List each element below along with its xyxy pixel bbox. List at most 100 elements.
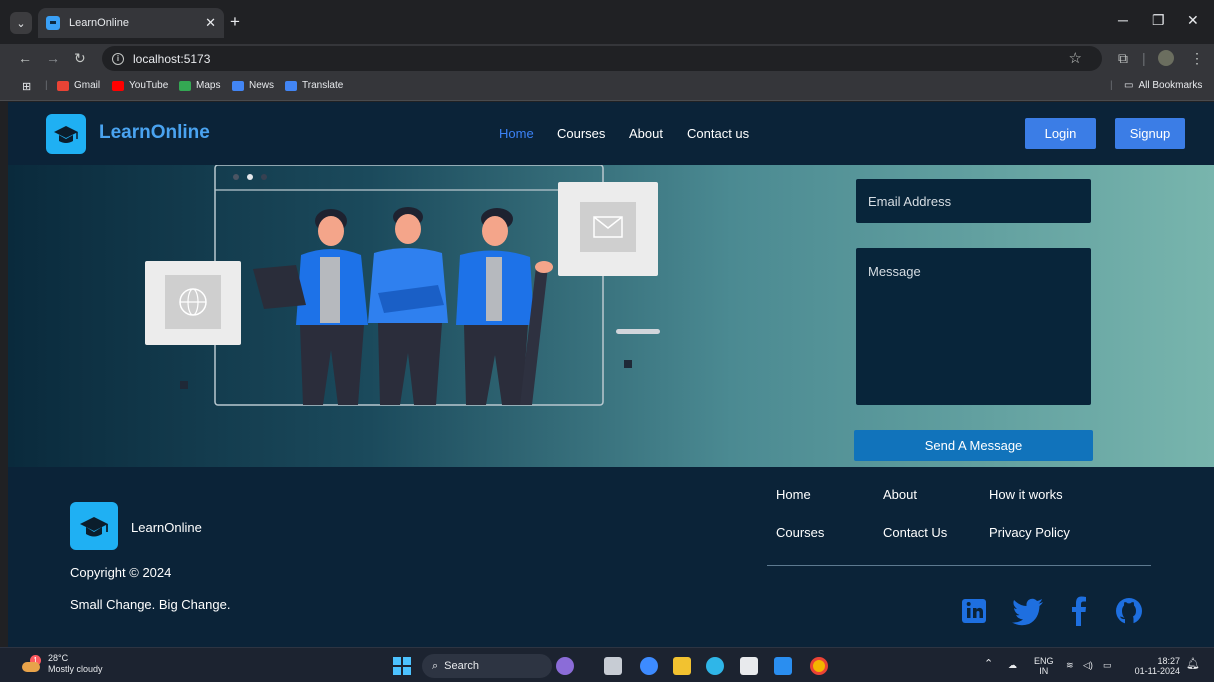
all-bookmarks-label: All Bookmarks — [1138, 80, 1203, 91]
message-textarea[interactable]: Message — [856, 248, 1091, 405]
apps-grid-icon[interactable]: ⊞ — [22, 80, 31, 93]
linkedin-icon[interactable] — [960, 595, 990, 627]
brand-name[interactable]: LearnOnline — [99, 122, 210, 144]
close-window-icon[interactable]: ✕ — [1187, 12, 1199, 29]
site-footer: LearnOnline Copyright © 2024 Small Chang… — [8, 467, 1214, 647]
translate-icon — [285, 80, 297, 91]
volume-icon[interactable]: ◁) — [1083, 660, 1093, 670]
back-icon[interactable]: ← — [18, 50, 32, 66]
team-illustration — [145, 165, 660, 406]
browser-toolbar: ← → ↻ i localhost:5173 ☆ ⧉ | ⋮ — [0, 44, 1214, 73]
edge-icon[interactable] — [706, 657, 724, 675]
all-bookmarks[interactable]: ▭ All Bookmarks — [1124, 80, 1202, 91]
hero-section: Email Address Message Send A Message — [8, 165, 1214, 467]
cloudy-sun-icon: 1 — [22, 655, 44, 673]
notification-bell-icon[interactable]: 🔔︎ — [1186, 659, 1200, 670]
cloud-shape — [22, 662, 40, 672]
taskbar-search[interactable]: ⌕ Search — [422, 654, 552, 678]
bookmarks-bar: ⊞ | Gmail YouTube Maps News Translate | … — [0, 73, 1214, 101]
bookmarks-divider: | — [1110, 80, 1113, 91]
onedrive-icon[interactable]: ☁ — [1008, 660, 1017, 670]
bookmark-maps[interactable]: Maps — [179, 80, 220, 91]
footer-logo[interactable] — [70, 502, 118, 550]
site-favicon-icon — [46, 16, 60, 30]
browser-titlebar: ⌄ LearnOnline ✕ + ─ ❐ ✕ — [0, 0, 1214, 44]
tray-overflow-icon[interactable]: ⌃ — [984, 659, 993, 670]
web-page: LearnOnline Home Courses About Contact u… — [8, 102, 1214, 647]
new-tab-button[interactable]: + — [230, 13, 240, 30]
bookmark-star-icon[interactable]: ☆ — [1069, 49, 1082, 67]
tab-close-icon[interactable]: ✕ — [205, 15, 216, 31]
restore-icon[interactable]: ❐ — [1152, 12, 1165, 29]
nav-link-home[interactable]: Home — [499, 126, 534, 141]
clock-time: 18:27 — [1157, 656, 1180, 666]
github-icon[interactable] — [1114, 595, 1144, 627]
bookmark-label: Maps — [196, 80, 221, 91]
nav-link-about[interactable]: About — [629, 126, 663, 141]
nav-link-contact[interactable]: Contact us — [687, 126, 749, 141]
site-info-icon[interactable]: i — [112, 52, 124, 65]
nav-link-courses[interactable]: Courses — [557, 126, 605, 141]
gmail-icon — [57, 80, 69, 91]
login-button[interactable]: Login — [1025, 118, 1096, 149]
bookmark-label: Gmail — [74, 80, 101, 91]
bookmark-gmail[interactable]: Gmail — [57, 80, 100, 91]
footer-brand-name[interactable]: LearnOnline — [131, 520, 202, 535]
wifi-icon[interactable]: ≋ — [1066, 660, 1074, 670]
bookmark-label: YouTube — [129, 80, 169, 91]
extensions-icon[interactable]: ⧉ — [1118, 50, 1128, 67]
footer-link-courses[interactable]: Courses — [776, 525, 824, 540]
tab-title: LearnOnline — [69, 17, 129, 29]
menu-kebab-icon[interactable]: ⋮ — [1190, 50, 1204, 67]
bookmark-label: News — [249, 80, 275, 91]
file-explorer-icon[interactable] — [673, 657, 691, 675]
graduation-cap-icon — [54, 126, 78, 143]
battery-icon[interactable]: ▭ — [1103, 660, 1112, 670]
bookmark-news[interactable]: News — [232, 80, 274, 91]
bookmark-translate[interactable]: Translate — [285, 80, 343, 91]
twitter-icon[interactable] — [1011, 595, 1045, 627]
browser-tab[interactable]: LearnOnline ✕ — [38, 8, 224, 38]
search-icon: ⌕ — [432, 659, 439, 672]
clock-date: 01-11-2024 — [1134, 666, 1180, 676]
bookmarks-divider: | — [45, 80, 48, 91]
url-text[interactable]: localhost:5173 — [133, 52, 210, 66]
address-bar[interactable]: i localhost:5173 ☆ — [102, 46, 1102, 71]
email-input[interactable]: Email Address — [856, 179, 1091, 223]
facebook-icon[interactable] — [1069, 595, 1089, 627]
site-navbar: LearnOnline Home Courses About Contact u… — [8, 102, 1214, 165]
store-icon[interactable] — [740, 657, 758, 675]
minimize-icon[interactable]: ─ — [1118, 12, 1128, 28]
task-view-icon[interactable] — [604, 657, 622, 675]
clock[interactable]: 18:27 01-11-2024 — [1128, 656, 1180, 676]
bookmark-youtube[interactable]: YouTube — [112, 80, 168, 91]
maps-icon — [179, 80, 191, 91]
language-bottom: IN — [1039, 666, 1049, 676]
weather-widget[interactable]: 1 28°C Mostly cloudy — [22, 653, 103, 675]
tab-search-button[interactable]: ⌄ — [10, 12, 32, 34]
footer-link-contact-us[interactable]: Contact Us — [883, 525, 947, 540]
forward-icon[interactable]: → — [46, 50, 60, 66]
windows-start-icon[interactable] — [393, 657, 411, 675]
language-top: ENG — [1034, 656, 1054, 666]
footer-copyright: Copyright © 2024 — [70, 565, 172, 580]
footer-tagline: Small Change. Big Change. — [70, 597, 231, 612]
footer-link-privacy-policy[interactable]: Privacy Policy — [989, 525, 1070, 540]
copilot-icon[interactable] — [640, 657, 658, 675]
language-indicator[interactable]: ENG IN — [1034, 656, 1054, 676]
reload-icon[interactable]: ↻ — [74, 50, 86, 66]
widgets-icon[interactable] — [556, 657, 574, 675]
footer-link-how-it-works[interactable]: How it works — [989, 487, 1063, 502]
profile-avatar[interactable] — [1158, 50, 1174, 66]
vscode-icon[interactable] — [774, 657, 792, 675]
weather-text: 28°C Mostly cloudy — [48, 653, 103, 675]
footer-link-home[interactable]: Home — [776, 487, 811, 502]
chrome-icon[interactable] — [810, 657, 828, 675]
bookmark-label: Translate — [302, 80, 344, 91]
taskbar-search-label: Search — [444, 660, 480, 672]
signup-button[interactable]: Signup — [1115, 118, 1185, 149]
os-taskbar: 1 28°C Mostly cloudy ⌕ Search ⌃ ☁ ENG IN… — [0, 647, 1214, 682]
footer-link-about[interactable]: About — [883, 487, 917, 502]
brand-logo[interactable] — [46, 114, 86, 154]
send-message-button[interactable]: Send A Message — [854, 430, 1093, 461]
